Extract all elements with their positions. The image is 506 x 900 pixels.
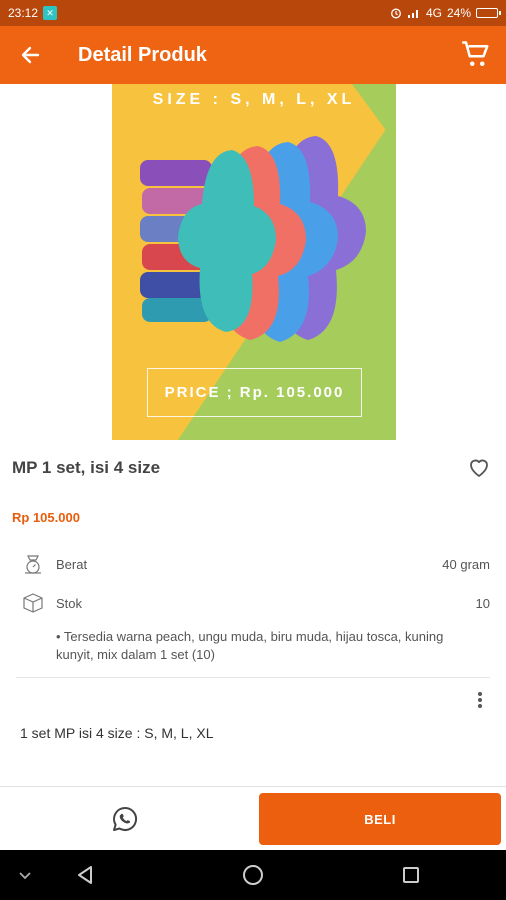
whatsapp-icon	[113, 806, 137, 831]
spec-row-weight: Berat 40 gram	[20, 549, 490, 579]
nav-home-icon	[243, 865, 263, 885]
heart-icon	[470, 459, 488, 477]
nav-home-button[interactable]	[228, 850, 278, 900]
nav-back-button[interactable]	[60, 850, 110, 900]
spec-row-stock: Stok 10	[20, 588, 490, 618]
status-bar: 23:12 ✕ 4G 24%	[0, 0, 506, 26]
box-icon	[20, 590, 46, 616]
buy-button[interactable]: BELI	[259, 793, 501, 845]
alarm-icon	[391, 8, 401, 19]
product-image[interactable]: SIZE : S, M, L, XL PRICE ; Rp. 105.000	[112, 84, 396, 440]
status-time: 23:12	[8, 6, 39, 20]
nav-recents-icon	[403, 867, 419, 883]
arrow-back-icon	[21, 46, 40, 64]
spec-value: 10	[475, 595, 490, 611]
nav-back-icon	[78, 866, 92, 884]
whatsapp-button[interactable]	[0, 787, 250, 851]
signal-icon	[407, 10, 418, 18]
battery-percent: 24%	[446, 6, 471, 20]
chevron-down-icon	[19, 872, 31, 880]
scale-icon	[20, 551, 46, 577]
nav-collapse-button[interactable]	[0, 850, 50, 900]
spec-label: Berat	[56, 556, 88, 572]
back-button[interactable]	[0, 26, 60, 84]
spec-value: 40 gram	[442, 556, 490, 572]
app-bar: Detail Produk	[0, 26, 506, 84]
image-price-text: PRICE ; Rp. 105.000	[147, 368, 362, 417]
bottom-action-bar: BELI	[0, 786, 506, 850]
cart-button[interactable]	[446, 26, 506, 84]
nav-recents-button[interactable]	[386, 850, 436, 900]
more-options-button[interactable]	[468, 688, 492, 712]
product-price: Rp 105.000	[12, 510, 80, 525]
favorite-button[interactable]	[464, 453, 494, 483]
image-size-text: SIZE : S, M, L, XL	[152, 91, 356, 108]
system-nav-bar	[0, 850, 506, 900]
battery-icon	[476, 8, 501, 18]
network-type: 4G	[425, 6, 442, 20]
variant-note: • Tersedia warna peach, ungu muda, biru …	[56, 629, 444, 662]
product-title-row: MP 1 set, isi 4 size	[0, 450, 506, 486]
more-vert-icon	[478, 692, 482, 708]
page-title: Detail Produk	[78, 43, 207, 66]
spec-label: Stok	[56, 595, 83, 611]
product-title: MP 1 set, isi 4 size	[12, 458, 161, 477]
cart-icon	[462, 41, 489, 66]
product-description: 1 set MP isi 4 size : S, M, L, XL	[20, 725, 214, 741]
app-notification-icon: ✕	[43, 6, 58, 20]
divider	[16, 677, 490, 678]
